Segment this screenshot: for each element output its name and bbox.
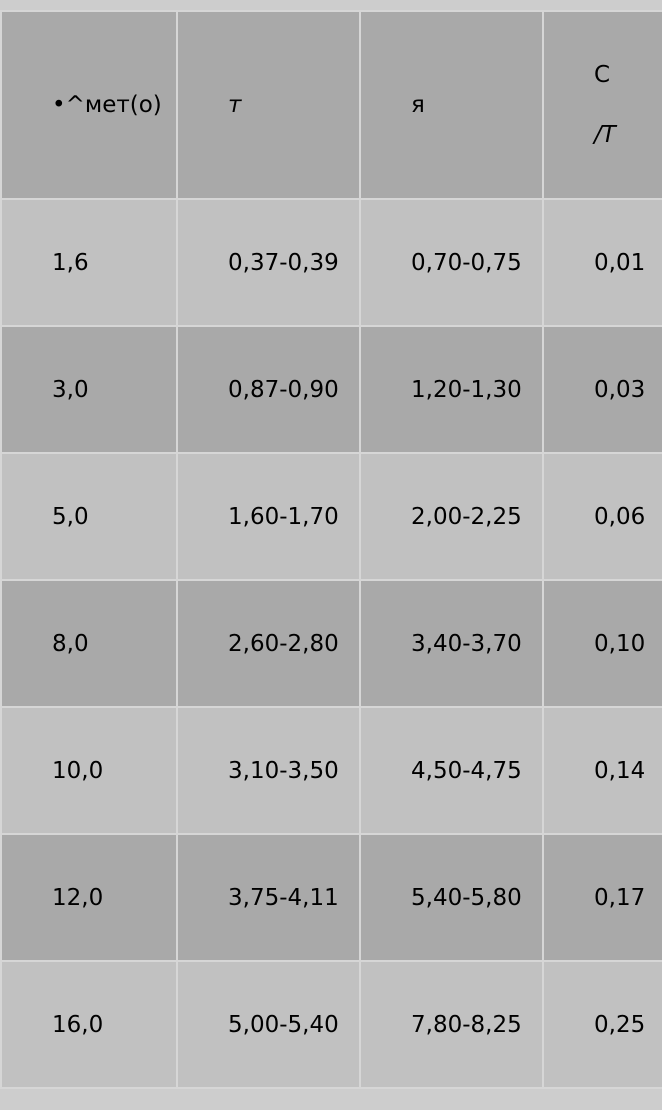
header-cell: т bbox=[176, 10, 361, 200]
table-cell: 1,6 bbox=[0, 198, 178, 327]
table-cell: 16,0 bbox=[0, 960, 178, 1089]
table-cell: 0,25 bbox=[542, 960, 662, 1089]
table-cell: 2,00-2,25 bbox=[359, 452, 544, 581]
table-cell: 0,03 bbox=[542, 325, 662, 454]
header-label: С bbox=[594, 62, 611, 88]
table-cell: 0,01 bbox=[542, 198, 662, 327]
header-cell: •^мет(о) bbox=[0, 10, 178, 200]
table-row: 8,0 2,60-2,80 3,40-3,70 0,10 bbox=[0, 579, 662, 708]
table-row: 12,0 3,75-4,11 5,40-5,80 0,17 bbox=[0, 833, 662, 962]
table-cell: 3,40-3,70 bbox=[359, 579, 544, 708]
table-cell: 3,10-3,50 bbox=[176, 706, 361, 835]
table-row: 16,0 5,00-5,40 7,80-8,25 0,25 bbox=[0, 960, 662, 1089]
table-cell: 5,0 bbox=[0, 452, 178, 581]
table-cell: 0,37-0,39 bbox=[176, 198, 361, 327]
header-label: •^мет(о) bbox=[52, 92, 162, 118]
header-cell: С /Т bbox=[542, 10, 662, 200]
header-label: т bbox=[228, 92, 242, 118]
table-cell: 1,60-1,70 bbox=[176, 452, 361, 581]
header-cell: я bbox=[359, 10, 544, 200]
table-cell: 4,50-4,75 bbox=[359, 706, 544, 835]
table-cell: 0,06 bbox=[542, 452, 662, 581]
data-table: •^мет(о) т я С /Т 1,6 0,37-0,39 0,70-0,75 0… bbox=[0, 10, 662, 1089]
table-cell: 12,0 bbox=[0, 833, 178, 962]
table-cell: 1,20-1,30 bbox=[359, 325, 544, 454]
table-cell: 5,00-5,40 bbox=[176, 960, 361, 1089]
table-cell: 0,10 bbox=[542, 579, 662, 708]
header-label: я bbox=[411, 92, 425, 118]
table-cell: 5,40-5,80 bbox=[359, 833, 544, 962]
table-cell: 7,80-8,25 bbox=[359, 960, 544, 1089]
table-cell: 10,0 bbox=[0, 706, 178, 835]
table-header-row: •^мет(о) т я С /Т bbox=[0, 10, 662, 200]
table-cell: 0,70-0,75 bbox=[359, 198, 544, 327]
table-row: 1,6 0,37-0,39 0,70-0,75 0,01 bbox=[0, 198, 662, 327]
table-row: 3,0 0,87-0,90 1,20-1,30 0,03 bbox=[0, 325, 662, 454]
table-cell: 0,14 bbox=[542, 706, 662, 835]
table-row: 5,0 1,60-1,70 2,00-2,25 0,06 bbox=[0, 452, 662, 581]
table-cell: 0,87-0,90 bbox=[176, 325, 361, 454]
table-cell: 8,0 bbox=[0, 579, 178, 708]
header-label: /Т bbox=[594, 122, 616, 148]
table-cell: 0,17 bbox=[542, 833, 662, 962]
table-cell: 3,75-4,11 bbox=[176, 833, 361, 962]
table-row: 10,0 3,10-3,50 4,50-4,75 0,14 bbox=[0, 706, 662, 835]
table-cell: 2,60-2,80 bbox=[176, 579, 361, 708]
table-cell: 3,0 bbox=[0, 325, 178, 454]
